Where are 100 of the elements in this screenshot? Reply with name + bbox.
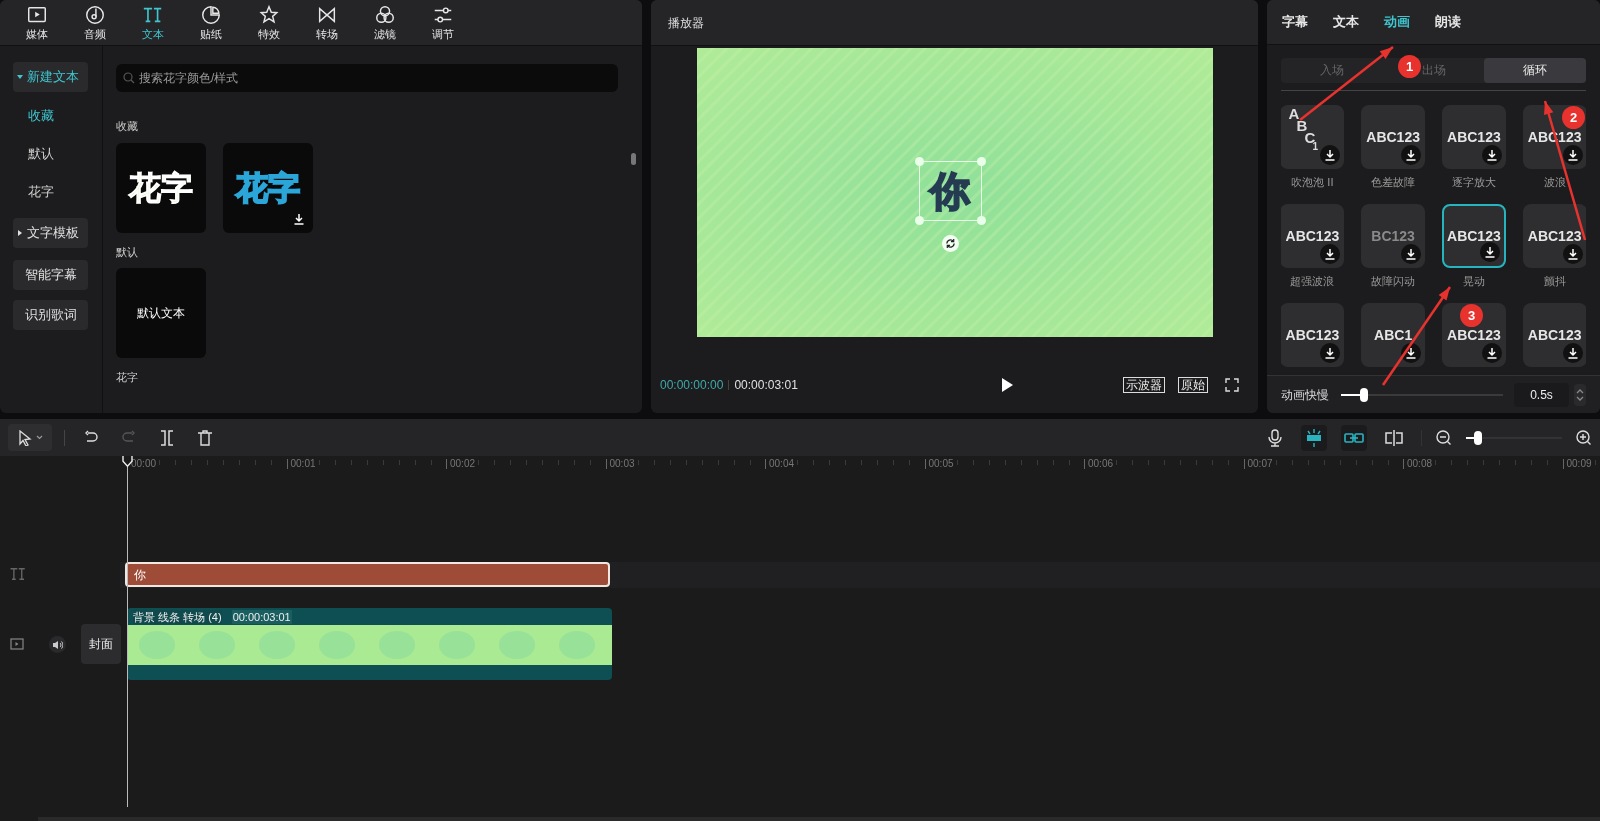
animation-preset-card[interactable]: ABC123: [1361, 105, 1426, 170]
preview-text: BC123: [1371, 226, 1415, 246]
category-header[interactable]: 文字模板: [13, 218, 88, 248]
playhead[interactable]: [122, 456, 133, 807]
play-icon[interactable]: [1000, 378, 1013, 392]
download-icon[interactable]: [1320, 244, 1341, 265]
animation-preset-card[interactable]: BC123: [1361, 204, 1426, 269]
sidebar-button[interactable]: 识别歌词: [13, 300, 88, 330]
download-icon[interactable]: [1320, 145, 1341, 166]
animation-preset-card[interactable]: ABC1: [1361, 303, 1426, 368]
scrollbar-thumb[interactable]: [631, 153, 636, 165]
style-preview-text: 花字: [129, 168, 193, 208]
magnet-snap-icon[interactable]: [1301, 424, 1327, 451]
cover-button[interactable]: 封面: [81, 624, 121, 664]
preset-name: 颤抖: [1543, 274, 1566, 290]
resize-handle[interactable]: [914, 157, 924, 166]
text-style-card[interactable]: 花字: [223, 142, 313, 233]
caret-icon: [17, 230, 23, 236]
animation-type-tab[interactable]: 循环: [1484, 57, 1586, 84]
preview-text: ABC123: [1447, 127, 1501, 147]
current-time: 00:00:00:00: [660, 377, 724, 394]
inspector-tab[interactable]: 文本: [1333, 12, 1359, 32]
stepper-icon[interactable]: [1574, 383, 1586, 406]
preview-text: ABC123: [1366, 127, 1420, 147]
sidebar-item[interactable]: 默认: [13, 140, 54, 168]
view-button[interactable]: 示波器: [1123, 377, 1165, 393]
clip-title: 背景 线条 转场 (4): [133, 609, 222, 624]
panel-title: 播放器: [668, 14, 704, 32]
download-icon[interactable]: [1562, 343, 1583, 364]
duration-field[interactable]: 0.5s: [1514, 382, 1569, 407]
slider-thumb[interactable]: [1359, 387, 1368, 402]
slider-label: 动画快慢: [1281, 386, 1329, 404]
zoom-out-icon[interactable]: [1436, 429, 1452, 446]
resize-handle[interactable]: [914, 216, 924, 225]
view-button[interactable]: 原始: [1178, 377, 1208, 393]
zoom-in-icon[interactable]: [1576, 429, 1592, 446]
animation-preset-card[interactable]: ABC123: [1522, 303, 1586, 368]
preset-name: 波浪: [1543, 175, 1566, 191]
inspector-tab[interactable]: 字幕: [1282, 12, 1308, 32]
style-preview-text: 默认文本: [137, 305, 185, 322]
media-tab[interactable]: 音频: [76, 0, 114, 45]
sidebar-item[interactable]: 花字: [13, 178, 54, 206]
download-icon[interactable]: [1481, 343, 1502, 364]
download-icon[interactable]: [1479, 242, 1500, 263]
text-style-card[interactable]: 默认文本: [116, 268, 206, 358]
sidebar-button[interactable]: 智能字幕: [13, 260, 88, 290]
media-tab[interactable]: 滤镜: [366, 0, 404, 45]
link-icon[interactable]: [1341, 424, 1367, 451]
sidebar-item[interactable]: 收藏: [13, 102, 54, 130]
caret-icon: [35, 435, 43, 440]
media-tab[interactable]: 贴纸: [192, 0, 230, 45]
pointer-icon: [17, 429, 32, 446]
animation-preset-card[interactable]: ABC123: [1281, 204, 1345, 269]
search-icon: [123, 72, 135, 84]
category-header[interactable]: 新建文本: [13, 62, 88, 92]
resize-handle[interactable]: [976, 216, 986, 225]
media-tab[interactable]: 媒体: [18, 0, 56, 45]
music-note-icon: [84, 4, 106, 26]
media-tab[interactable]: 文本: [134, 0, 172, 45]
download-icon[interactable]: [1401, 244, 1422, 265]
bowtie-icon: [316, 4, 338, 26]
download-icon[interactable]: [1562, 145, 1583, 166]
clip-duration: 00:00:03:01: [231, 609, 292, 624]
animation-preset-card[interactable]: ABC123: [1441, 204, 1506, 269]
animation-preset-card[interactable]: ABC123: [1441, 105, 1506, 170]
style-preview-text: 花字: [236, 168, 300, 208]
preview-text: ABC123: [1447, 226, 1501, 246]
resize-handle[interactable]: [976, 157, 986, 166]
inspector-tab[interactable]: 朗读: [1435, 12, 1461, 32]
download-icon[interactable]: [1562, 244, 1583, 265]
preset-name: 故障闪动: [1371, 274, 1416, 290]
select-tool-button[interactable]: [8, 424, 52, 451]
preset-name: 逐字放大: [1451, 175, 1496, 191]
video-track-icon: [10, 638, 24, 650]
preset-name: 色差故障: [1371, 175, 1416, 191]
download-icon[interactable]: [1481, 145, 1502, 166]
text-style-card[interactable]: 花字: [116, 142, 206, 233]
fullscreen-icon[interactable]: [1225, 378, 1239, 392]
media-tab[interactable]: 特效: [250, 0, 288, 45]
preview-text: ABC1: [1374, 325, 1413, 345]
download-icon[interactable]: [1401, 145, 1422, 166]
section-title: 收藏: [116, 119, 138, 134]
speaker-icon[interactable]: [49, 636, 66, 653]
preset-name: 超强波浪: [1290, 274, 1335, 290]
search-field[interactable]: 搜索花字颜色/样式: [116, 64, 618, 92]
download-icon[interactable]: [1320, 343, 1341, 364]
media-tab[interactable]: 转场: [308, 0, 346, 45]
slider-thumb[interactable]: [1473, 430, 1482, 445]
video-clip[interactable]: 背景 线条 转场 (4) 00:00:03:01: [127, 608, 612, 680]
section-title: 花字: [116, 370, 138, 385]
total-duration: 00:00:03:01: [734, 377, 798, 394]
preview-text: ABC123: [1285, 226, 1340, 246]
animation-preset-card[interactable]: ABC123: [1281, 303, 1345, 368]
inspector-tab[interactable]: 动画: [1384, 12, 1410, 32]
text-clip[interactable]: 你: [125, 562, 610, 587]
section-title: 默认: [116, 244, 138, 260]
media-tab[interactable]: 调节: [424, 0, 462, 45]
animation-preset-card[interactable]: ABC123: [1522, 204, 1586, 269]
preview-text: ABC123: [1527, 325, 1582, 345]
preview-text: ABC123: [1447, 325, 1501, 345]
